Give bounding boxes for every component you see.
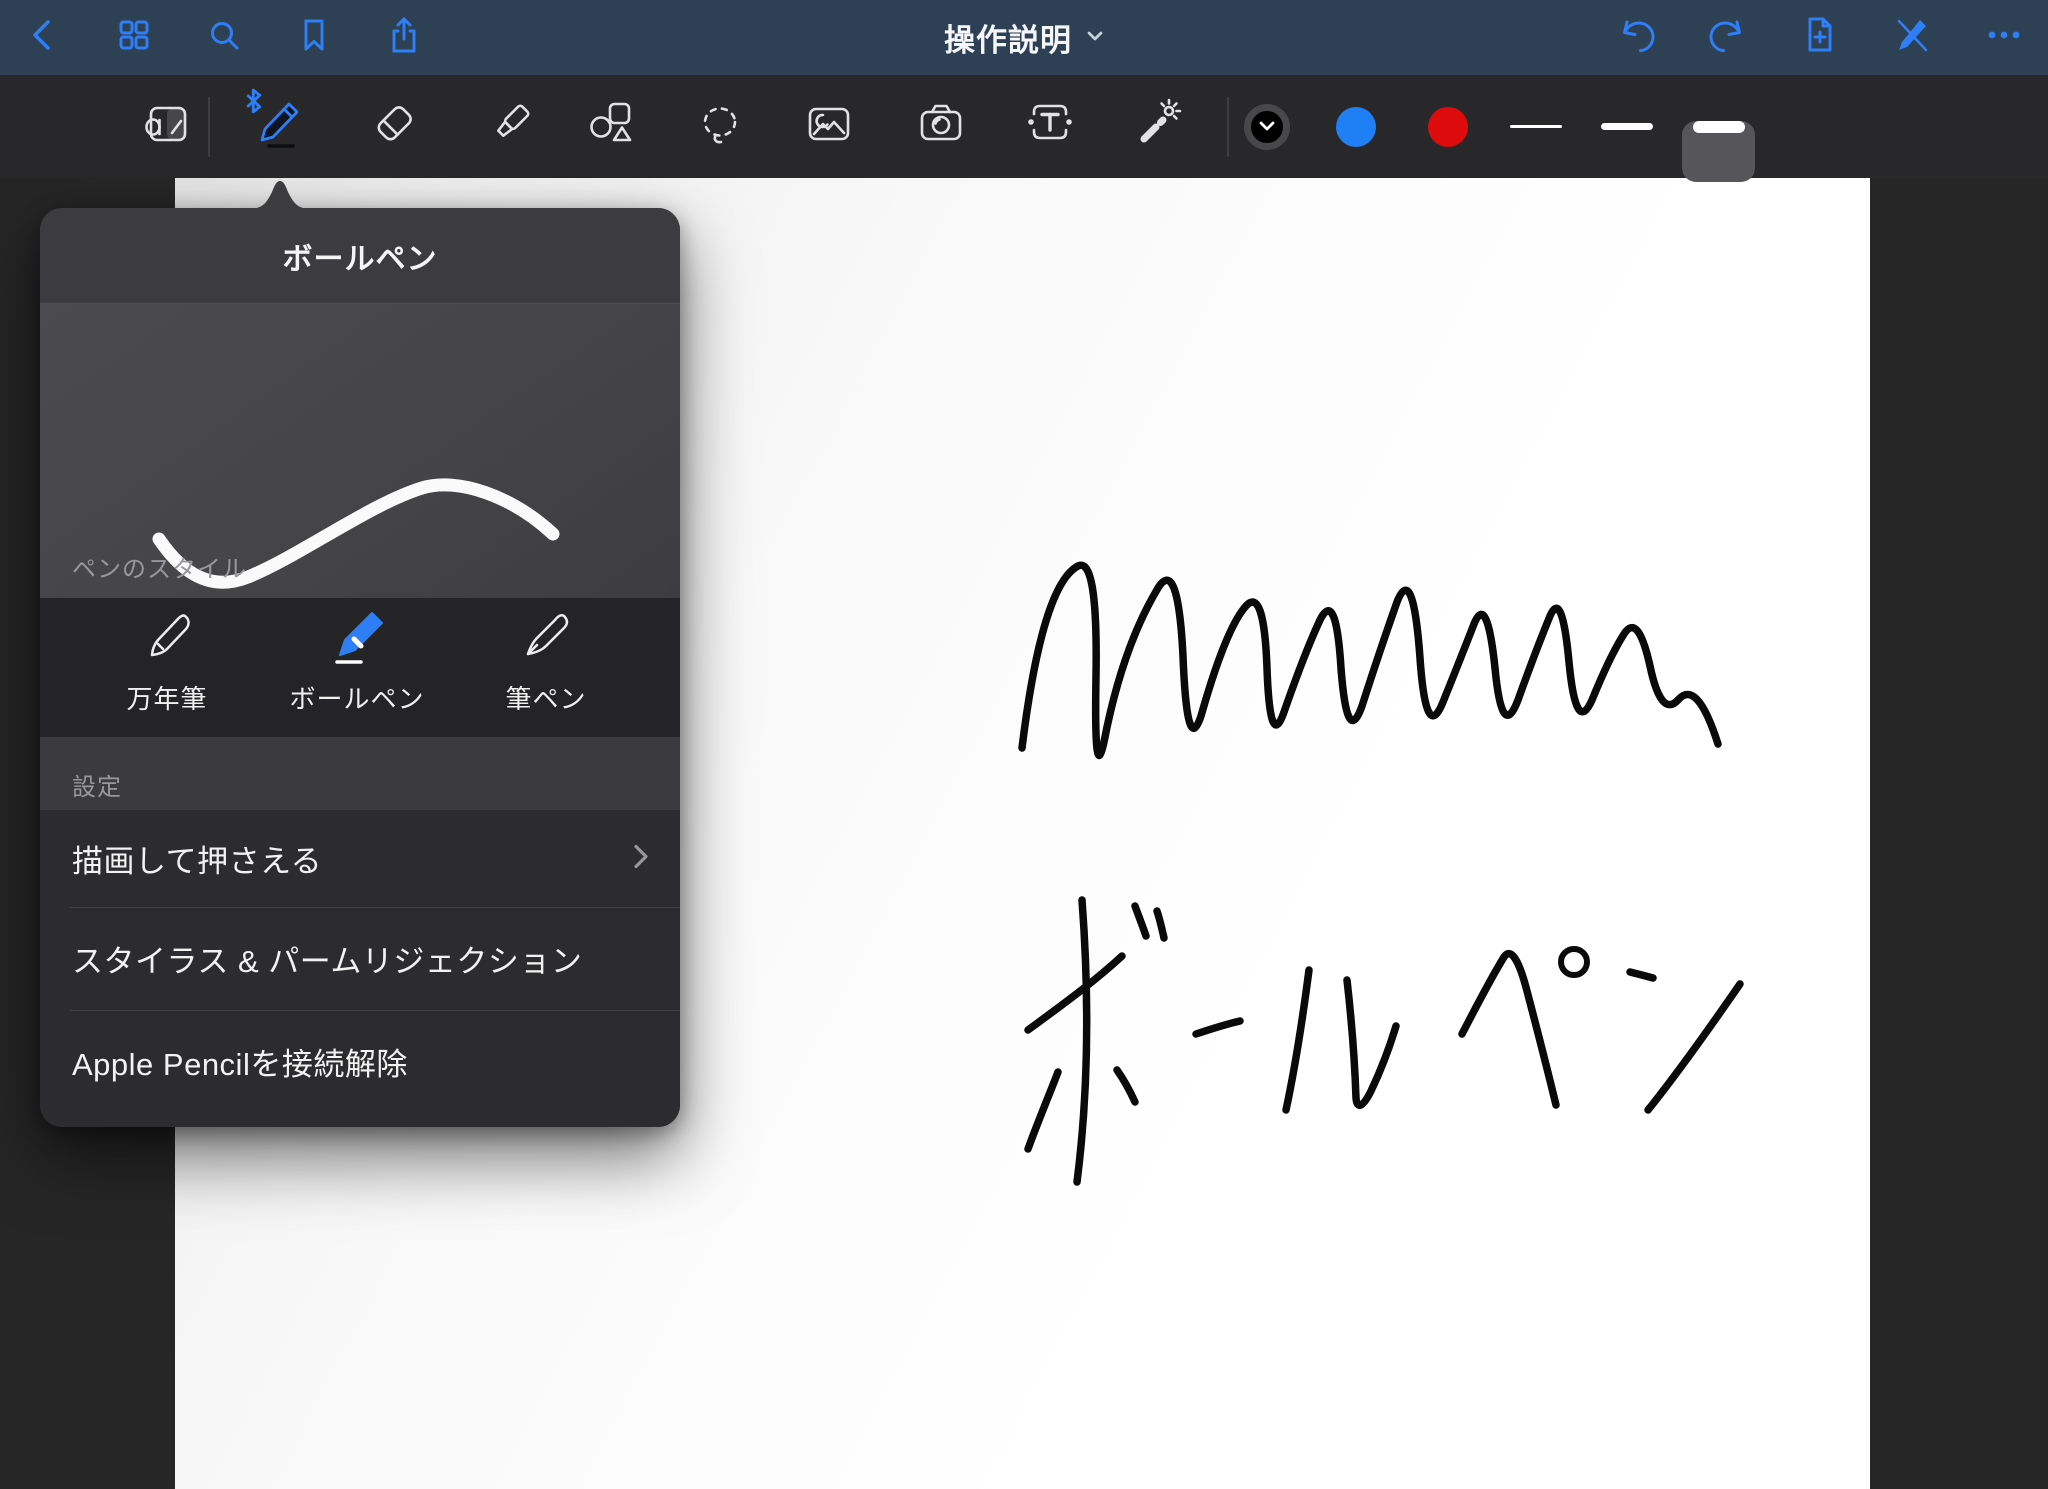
pen-settings-popover: ボールペン ペンのスタイル 万年筆 ボールペン	[40, 208, 680, 1127]
thickness-thin-button[interactable]	[1509, 75, 1563, 178]
popover-arrow	[248, 180, 312, 209]
text-icon	[1022, 96, 1078, 157]
undo-button[interactable]	[1614, 16, 1658, 60]
fountain-pen-icon	[137, 608, 197, 673]
ballpoint-pen-icon	[327, 608, 387, 673]
toolbar-divider	[1227, 97, 1229, 157]
image-tool-button[interactable]	[795, 75, 863, 178]
shapes-tool-button[interactable]	[579, 75, 647, 178]
disclosure-chevron-icon	[634, 844, 648, 873]
eraser-icon	[366, 96, 422, 157]
undo-icon	[1615, 14, 1657, 61]
title-chevron-down-icon	[1086, 29, 1104, 47]
lasso-tool-button[interactable]	[686, 75, 754, 178]
laser-pointer-tool-button[interactable]	[1124, 75, 1192, 178]
document-title-button[interactable]: 操作説明	[944, 15, 1104, 60]
bluetooth-icon	[245, 88, 263, 119]
popover-title: ボールペン	[283, 234, 438, 278]
thin-stroke-icon	[1510, 125, 1562, 128]
top-navigation-bar: 操作説明	[0, 0, 2048, 75]
redo-icon	[1707, 14, 1749, 61]
setting-row-stylus-palm-rejection[interactable]: スタイラス & パームリジェクション	[40, 907, 680, 1010]
add-page-icon	[1799, 14, 1841, 61]
more-options-button[interactable]	[1982, 16, 2026, 60]
highlighter-icon	[482, 96, 538, 157]
settings-section-header: 設定	[40, 737, 680, 810]
thickness-medium-button[interactable]	[1600, 75, 1654, 178]
camera-icon	[913, 96, 969, 157]
row-separator	[70, 907, 680, 908]
eraser-tool-button[interactable]	[360, 75, 428, 178]
color-swatch-blue[interactable]	[1330, 75, 1382, 178]
pen-style-row: 万年筆 ボールペン 筆ペン	[40, 598, 680, 737]
document-title: 操作説明	[944, 15, 1072, 60]
pen-tool-button[interactable]	[243, 75, 311, 178]
swatch-chevron-down-icon	[1259, 118, 1275, 136]
row-separator	[70, 1010, 680, 1011]
thick-stroke-icon	[1693, 121, 1745, 133]
pen-style-label: 万年筆	[126, 679, 207, 716]
disable-drawing-button[interactable]	[1890, 16, 1934, 60]
color-swatch-red[interactable]	[1422, 75, 1474, 178]
image-icon	[801, 96, 857, 157]
pen-style-label: ボールペン	[289, 679, 424, 716]
page-panel-tool-button[interactable]	[134, 75, 202, 178]
settings-section-label: 設定	[72, 767, 122, 802]
popover-header: ボールペン	[40, 208, 680, 303]
pen-style-section-label: ペンのスタイル	[72, 549, 247, 584]
camera-tool-button[interactable]	[907, 75, 975, 178]
ellipsis-icon	[1983, 14, 2025, 61]
thickness-thick-button[interactable]	[1692, 75, 1746, 178]
setting-row-disconnect-apple-pencil[interactable]: Apple Pencilを接続解除	[40, 1010, 680, 1113]
shapes-icon	[585, 96, 641, 157]
color-swatch-black[interactable]	[1234, 75, 1300, 178]
pen-style-fountain[interactable]: 万年筆	[82, 598, 252, 737]
tools-toolbar	[0, 75, 2048, 178]
redo-button[interactable]	[1706, 16, 1750, 60]
popover-bottom-padding	[40, 1113, 680, 1127]
laser-pointer-icon	[1130, 96, 1186, 157]
stroke-preview-area: ペンのスタイル	[40, 303, 680, 598]
handwriting-scribble	[1022, 565, 1718, 755]
text-tool-button[interactable]	[1016, 75, 1084, 178]
pen-style-label: 筆ペン	[505, 679, 586, 716]
page-template-icon	[140, 96, 196, 157]
pen-style-brush[interactable]: 筆ペン	[461, 598, 631, 737]
medium-stroke-icon	[1601, 123, 1653, 130]
lasso-icon	[692, 96, 748, 157]
brush-pen-icon	[516, 608, 576, 673]
setting-row-draw-and-hold[interactable]: 描画して押さえる	[40, 810, 680, 907]
pen-style-ballpoint-selected[interactable]: ボールペン	[272, 598, 442, 737]
note-app: 操作説明	[0, 0, 2048, 1489]
pen-crossed-icon	[1891, 14, 1933, 61]
toolbar-divider	[208, 97, 210, 157]
highlighter-tool-button[interactable]	[476, 75, 544, 178]
add-page-button[interactable]	[1798, 16, 1842, 60]
handwriting-bousupen	[1028, 900, 1740, 1182]
